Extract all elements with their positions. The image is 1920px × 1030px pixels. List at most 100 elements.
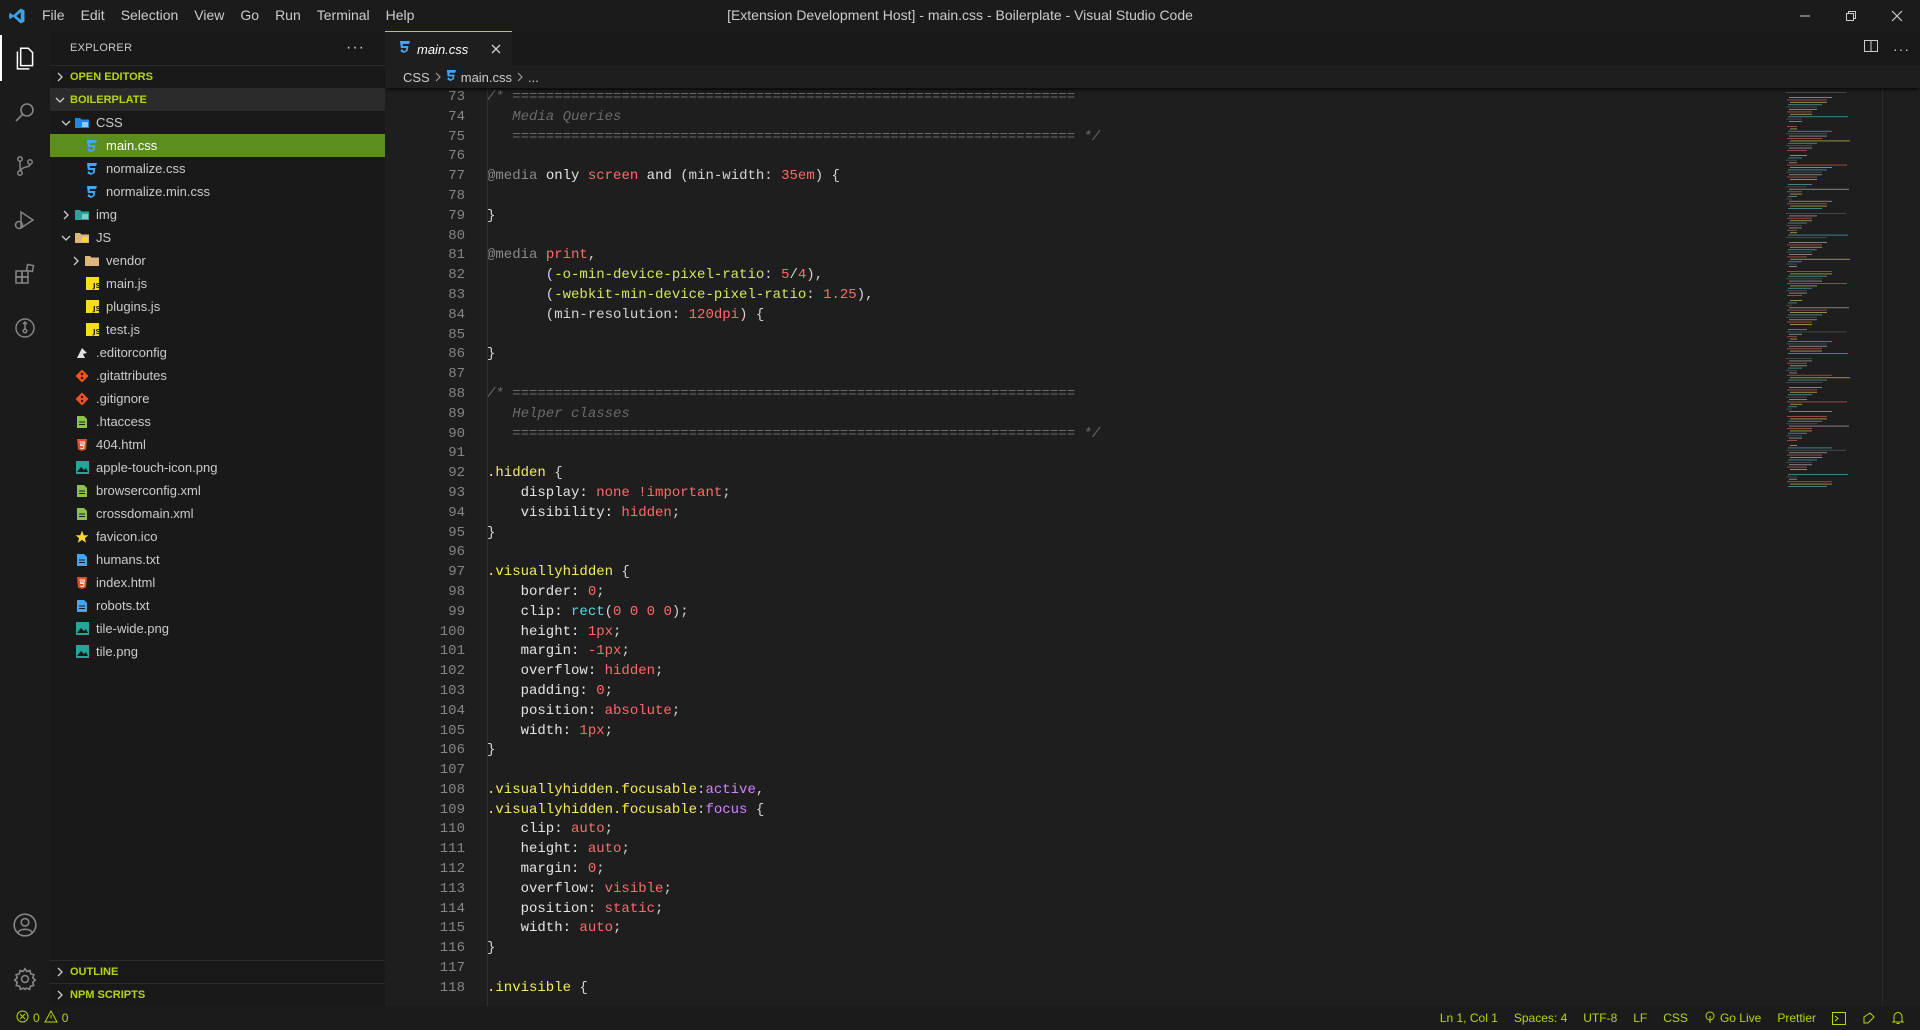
vertical-scrollbar[interactable]	[1882, 88, 1920, 1006]
breadcrumb-folder[interactable]: CSS	[403, 70, 430, 85]
git-history-icon[interactable]	[0, 301, 50, 355]
tree-item[interactable]: humans.txt	[50, 548, 385, 571]
line-number: 90	[448, 425, 465, 442]
tree-item[interactable]: JS	[50, 226, 385, 249]
section-npm-scripts[interactable]: NPM SCRIPTS	[50, 983, 385, 1006]
line-text: Media Queries	[487, 108, 622, 125]
menu-view[interactable]: View	[186, 0, 232, 31]
tree-item[interactable]: vendor	[50, 249, 385, 272]
indentation[interactable]: Spaces: 4	[1514, 1011, 1567, 1025]
prettier-status[interactable]: Prettier	[1777, 1011, 1816, 1025]
tree-item[interactable]: .htaccess	[50, 410, 385, 433]
tree-item[interactable]: JS test.js	[50, 318, 385, 341]
breadcrumb-file[interactable]: main.css	[461, 70, 512, 85]
code-editor[interactable]: 73 /* ===================================…	[385, 88, 1785, 1006]
accounts-icon[interactable]	[0, 898, 50, 952]
tree-item[interactable]: JS plugins.js	[50, 295, 385, 318]
tree-item[interactable]: normalize.css	[50, 157, 385, 180]
menu-edit[interactable]: Edit	[73, 0, 113, 31]
minimap-line	[1787, 466, 1807, 468]
tree-item[interactable]: CSS	[50, 111, 385, 134]
breadcrumb-symbol[interactable]: ...	[528, 70, 539, 85]
line-number: 109	[439, 801, 465, 818]
section-outline[interactable]: OUTLINE	[50, 960, 385, 983]
code-line: 96	[385, 543, 1785, 563]
split-editor-icon[interactable]	[1863, 38, 1879, 59]
go-live-button[interactable]: Go Live	[1704, 1011, 1761, 1026]
tree-item[interactable]: JS main.js	[50, 272, 385, 295]
menu-run[interactable]: Run	[267, 0, 309, 31]
minimap-line	[1788, 367, 1802, 369]
css-file-icon	[84, 138, 100, 154]
more-actions-button[interactable]: ···	[346, 39, 365, 57]
tree-item[interactable]: img	[50, 203, 385, 226]
menu-file[interactable]: File	[34, 0, 73, 31]
menu-selection[interactable]: Selection	[113, 0, 187, 31]
warning-count: 0	[61, 1011, 69, 1025]
tree-item[interactable]: .editorconfig	[50, 341, 385, 364]
tree-item[interactable]: crossdomain.xml	[50, 502, 385, 525]
tree-item[interactable]: robots.txt	[50, 594, 385, 617]
minimap-line	[1790, 430, 1812, 432]
encoding[interactable]: UTF-8	[1583, 1011, 1617, 1025]
source-control-icon[interactable]	[0, 139, 50, 193]
notifications-bell-icon[interactable]	[1892, 1011, 1904, 1025]
html-file-icon	[74, 437, 90, 453]
tab-main-css[interactable]: main.css	[385, 31, 512, 66]
cursor-position[interactable]: Ln 1, Col 1	[1440, 1011, 1498, 1025]
tree-item[interactable]: .gitignore	[50, 387, 385, 410]
minimap-line	[1787, 348, 1822, 350]
js-file-icon: JS	[84, 276, 100, 292]
run-debug-icon[interactable]	[0, 193, 50, 247]
settings-gear-icon[interactable]	[0, 952, 50, 1006]
tree-item[interactable]: index.html	[50, 571, 385, 594]
minimap[interactable]	[1782, 88, 1882, 1006]
code-line: 114 position: static;	[385, 900, 1785, 920]
tree-item[interactable]: favicon.ico	[50, 525, 385, 548]
minimap-line	[1787, 176, 1817, 178]
css-file-icon	[84, 184, 100, 200]
tree-item[interactable]: apple-touch-icon.png	[50, 456, 385, 479]
close-tab-icon[interactable]	[490, 43, 502, 55]
tree-item[interactable]: browserconfig.xml	[50, 479, 385, 502]
menu-terminal[interactable]: Terminal	[309, 0, 378, 31]
more-editor-actions-icon[interactable]: ···	[1893, 41, 1910, 57]
line-text	[465, 227, 487, 247]
feedback-icon[interactable]	[1862, 1011, 1876, 1025]
line-number: 79	[448, 207, 465, 224]
section-boilerplate[interactable]: BOILERPLATE	[50, 88, 385, 111]
tree-item[interactable]: 404.html	[50, 433, 385, 456]
minimap-line	[1786, 237, 1827, 238]
minimap-line	[1788, 447, 1832, 449]
restore-button[interactable]	[1828, 0, 1874, 31]
minimap-line	[1788, 157, 1802, 159]
minimize-button[interactable]	[1782, 0, 1828, 31]
close-window-button[interactable]	[1874, 0, 1920, 31]
explorer-icon[interactable]	[0, 31, 50, 85]
tree-item[interactable]: .gitattributes	[50, 364, 385, 387]
problems-indicator[interactable]: 0 0	[0, 1009, 69, 1026]
menu-help[interactable]: Help	[378, 0, 423, 31]
section-open-editors[interactable]: OPEN EDITORS	[50, 65, 385, 88]
extensions-icon[interactable]	[0, 247, 50, 301]
tree-item[interactable]: tile.png	[50, 640, 385, 663]
tree-item[interactable]: normalize.min.css	[50, 180, 385, 203]
editorconfig-icon	[74, 345, 90, 361]
menu-go[interactable]: Go	[232, 0, 267, 31]
search-icon[interactable]	[0, 85, 50, 139]
line-text	[465, 365, 487, 385]
breadcrumb: CSS main.css ...	[385, 66, 1920, 88]
error-icon	[16, 1010, 29, 1026]
language-mode[interactable]: CSS	[1663, 1011, 1688, 1025]
minimap-line	[1789, 399, 1807, 400]
minimap-line	[1788, 249, 1817, 251]
tree-item[interactable]: tile-wide.png	[50, 617, 385, 640]
tree-item[interactable]: main.css	[50, 134, 385, 157]
line-text: (-webkit-min-device-pixel-ratio: 1.25),	[487, 286, 874, 303]
terminal-icon[interactable]	[1832, 1011, 1846, 1025]
line-text: }	[487, 524, 496, 541]
minimap-line	[1787, 111, 1812, 113]
end-of-line[interactable]: LF	[1633, 1011, 1647, 1025]
